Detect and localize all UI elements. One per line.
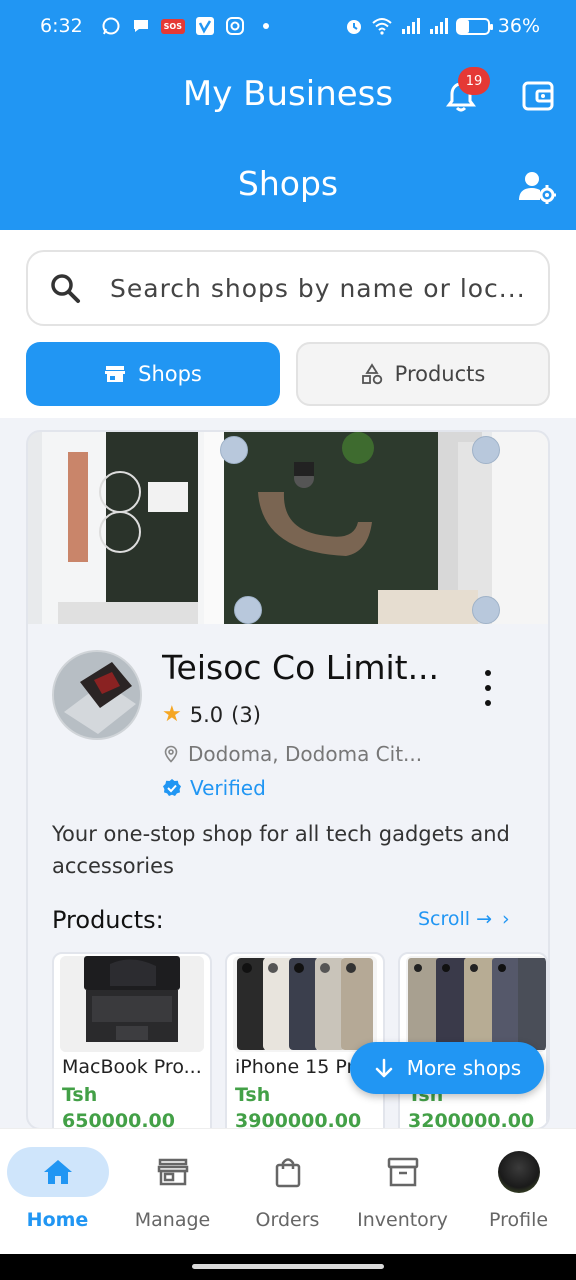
product-currency: Tsh [235,1084,271,1106]
product-card[interactable]: MacBook Pro... Tsh 650000.00 [52,952,212,1130]
vimeo-icon [195,16,215,36]
banner-corner-dot [234,596,262,624]
bottom-navigation: Home Manage Orders Inventory Profile [0,1128,576,1254]
status-bar: 6:32 SOS 36% [0,0,576,52]
shop-description: Your one-stop shop for all tech gadgets … [52,822,510,878]
more-shops-label: More shops [406,1056,522,1080]
arrow-down-icon [375,1058,393,1078]
shopping-bag-icon [275,1158,300,1188]
nav-inventory-label: Inventory [357,1209,448,1231]
scroll-label: Scroll → [418,908,493,930]
product-image [60,956,204,1052]
more-notifications-dot [263,23,269,29]
wifi-icon [372,16,392,36]
battery-percent: 36% [497,15,540,37]
sos-icon: SOS [160,18,185,34]
verified-label: Verified [190,776,266,800]
battery-icon [455,17,493,35]
search-icon [51,274,80,303]
product-name: MacBook Pro... [62,1056,202,1078]
shop-logo[interactable] [52,650,142,740]
more-shops-button[interactable]: More shops [350,1042,544,1094]
nav-orders[interactable]: Orders [230,1147,345,1231]
shop-location: Dodoma, Dodoma Cit... [162,742,462,766]
nav-manage-label: Manage [134,1209,211,1231]
nav-home[interactable]: Home [0,1147,115,1231]
more-options-icon[interactable] [480,670,496,706]
store-icon [157,1158,188,1186]
store-icon [105,366,126,382]
wallet-icon[interactable] [520,78,556,114]
product-card[interactable]: iPhone 15 Pr Tsh 3900000.00 [225,952,385,1130]
product-price: 650000.00 [62,1110,175,1130]
search-input[interactable] [110,273,530,303]
page-title: Shops [237,164,339,203]
products-heading: Products: [52,906,164,934]
chat-icon [131,16,151,36]
home-icon [43,1160,72,1184]
shop-banner-image [28,432,548,624]
shop-rating: ★ 5.0 (3) [162,702,261,727]
alarm-icon [344,16,364,36]
product-image [406,956,546,1052]
whatsapp-icon [101,16,121,36]
banner-corner-dot [472,436,500,464]
nav-home-label: Home [26,1209,89,1231]
banner-corner-dot [472,596,500,624]
scroll-products-link[interactable]: Scroll → › [418,908,510,930]
location-pin-icon [164,745,178,763]
shapes-icon [361,363,382,385]
tab-products-label: Products [394,362,486,386]
banner-corner-dot [220,436,248,464]
signal-icon-2 [428,16,448,36]
product-price: 3900000.00 [235,1110,362,1130]
nav-profile-label: Profile [488,1209,549,1231]
tab-products[interactable]: Products [296,342,550,406]
nav-manage[interactable]: Manage [115,1147,230,1231]
product-currency: Tsh [62,1084,98,1106]
tab-shops[interactable]: Shops [26,342,280,406]
manage-users-icon[interactable] [518,170,556,204]
shop-name: Teisoc Co Limit... [162,648,440,687]
search-bar[interactable] [26,250,550,326]
star-icon: ★ [162,702,182,727]
rating-value: 5.0 [189,702,224,727]
product-price: 3200000.00 [408,1110,535,1130]
avatar [497,1151,540,1193]
notification-badge: 19 [458,67,490,95]
status-time: 6:32 [40,15,83,37]
shop-card[interactable]: Teisoc Co Limit... ★ 5.0 (3) Dodoma, Dod… [26,430,550,1130]
verified-badge: Verified [162,776,266,800]
product-image [233,956,377,1052]
nav-inventory[interactable]: Inventory [345,1147,460,1231]
signal-icon-1 [400,16,420,36]
rating-count: (3) [231,702,261,727]
app-header: 6:32 SOS 36% My Business 19 Shops [0,0,576,230]
home-indicator[interactable] [192,1264,384,1269]
battery-fill [457,19,469,33]
nav-profile[interactable]: Profile [461,1147,576,1231]
nav-orders-label: Orders [255,1209,320,1231]
archive-box-icon [387,1157,418,1187]
instagram-icon [225,16,245,36]
verified-icon [163,779,181,796]
location-text: Dodoma, Dodoma Cit... [188,742,423,766]
product-card[interactable]: Tsh 3200000.00 [398,952,548,1130]
tab-shops-label: Shops [138,362,202,386]
chevron-right-icon: › [502,908,510,930]
